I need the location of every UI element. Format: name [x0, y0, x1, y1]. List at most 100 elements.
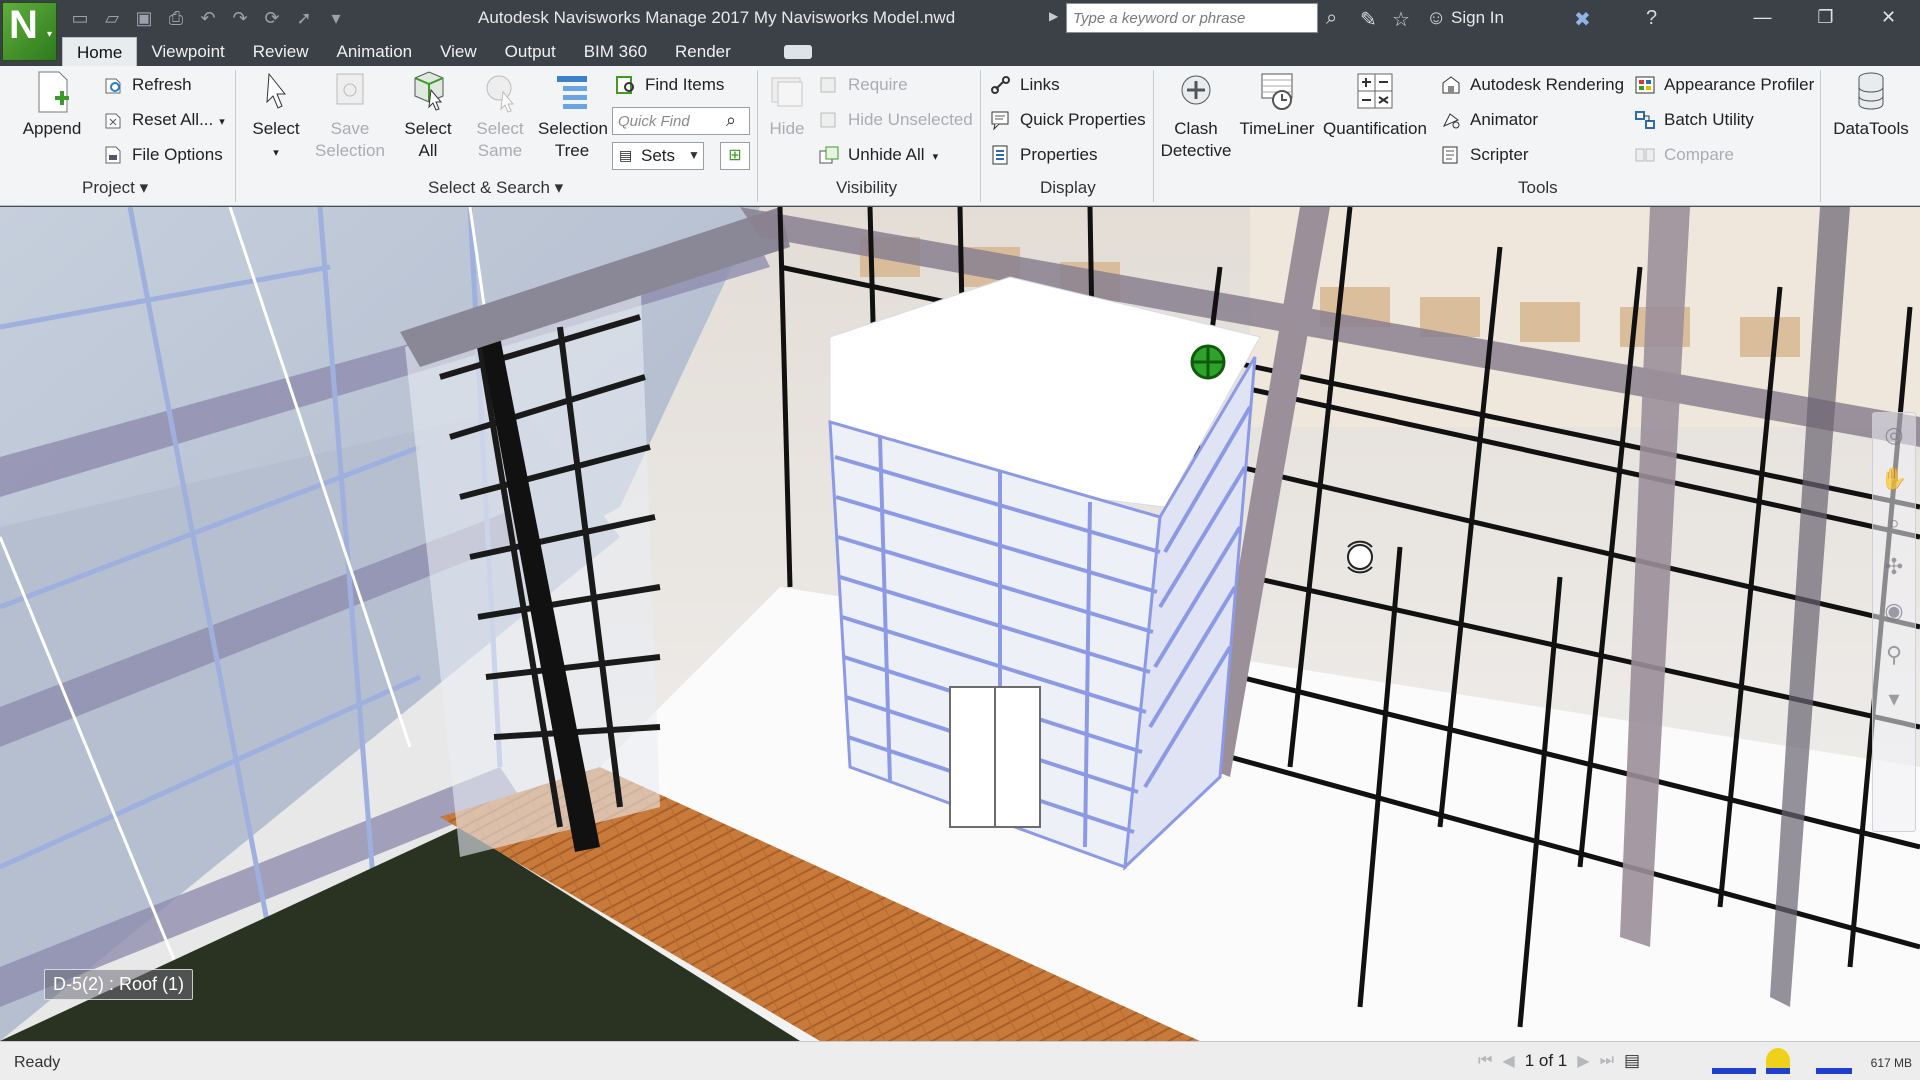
append-button[interactable]: Append [18, 70, 86, 140]
refresh-icon[interactable]: ⟳ [260, 6, 284, 30]
chevron-down-icon[interactable]: ▼ [688, 148, 700, 162]
select-button[interactable]: Select ▾ [250, 70, 302, 164]
panel-display-title: Display [1040, 178, 1096, 197]
tab-review[interactable]: Review [239, 37, 323, 66]
select-icon[interactable]: ➚ [292, 6, 316, 30]
tab-render[interactable]: Render [661, 37, 745, 66]
compare-button[interactable]: Compare [1634, 142, 1734, 168]
chevron-down-icon: ▾ [273, 147, 279, 159]
undo-icon[interactable]: ↶ [196, 6, 220, 30]
batch-utility-button[interactable]: Batch Utility [1634, 107, 1754, 133]
look-around-icon[interactable]: ◉ [1873, 589, 1915, 633]
datatools-button[interactable]: DataTools [1828, 70, 1914, 140]
customize-icon[interactable]: ▾ [324, 6, 348, 30]
quick-properties-button[interactable]: Quick Properties [990, 107, 1146, 133]
panel-divider [235, 70, 236, 202]
selection-tree-icon [557, 76, 587, 109]
previous-page-icon[interactable]: ◀ [1502, 1051, 1514, 1071]
last-page-icon[interactable]: ⏭ [1600, 1052, 1614, 1070]
quantification-icon [1357, 73, 1393, 109]
manage-sets-icon[interactable]: ⊞ [720, 142, 750, 170]
window-controls: — ❐ ✕ [1731, 0, 1920, 34]
append-icon [38, 71, 69, 113]
save-selection-button[interactable]: Save Selection [312, 70, 388, 162]
quick-access-toolbar: ▭ ▱ ▣ ⎙ ↶ ↷ ⟳ ➚ ▾ [68, 6, 348, 30]
timeliner-icon [1261, 73, 1293, 110]
pan-hand-icon[interactable]: ✋ [1873, 457, 1915, 501]
zoom-window-icon[interactable]: ⌕ [1873, 501, 1915, 545]
navigation-tools-chevron-icon[interactable]: ▾ [1873, 677, 1915, 721]
tab-output[interactable]: Output [491, 37, 570, 66]
sheet-browser-icon[interactable]: ▤ [1624, 1051, 1640, 1071]
disk-progress-icon[interactable] [1766, 1048, 1790, 1074]
timeliner-button[interactable]: TimeLiner [1236, 70, 1318, 140]
appearance-profiler-button[interactable]: Appearance Profiler [1634, 72, 1814, 98]
refresh-button[interactable]: Refresh [102, 72, 192, 98]
scripter-button[interactable]: Scripter [1440, 142, 1529, 168]
save-icon[interactable]: ▣ [132, 6, 156, 30]
communication-icon[interactable]: ✎ [1360, 7, 1377, 32]
pencil-progress-icon[interactable] [1712, 1050, 1756, 1074]
minimize-icon[interactable]: — [1731, 0, 1794, 34]
help-search-input[interactable]: Type a keyword or phrase [1066, 3, 1318, 33]
hide-icon [771, 77, 803, 107]
next-page-icon[interactable]: ▶ [1577, 1051, 1589, 1071]
pivot-point-marker[interactable] [1190, 344, 1226, 380]
binoculars-icon[interactable]: ⌕ [1326, 7, 1337, 30]
tab-animation[interactable]: Animation [323, 37, 427, 66]
model-scene [0, 207, 1920, 1041]
exchange-apps-icon[interactable]: ✖ [1574, 7, 1591, 32]
save-selection-icon [336, 73, 364, 105]
search-expand-icon[interactable]: ▶ [1049, 9, 1058, 23]
redo-icon[interactable]: ↷ [228, 6, 252, 30]
selection-tree-button[interactable]: Selection Tree [538, 70, 608, 162]
print-icon[interactable]: ⎙ [164, 6, 188, 30]
orbit-icon[interactable]: ✣ [1873, 545, 1915, 589]
sets-icon: ▤ [619, 147, 633, 163]
unhide-all-icon [819, 146, 839, 164]
open-file-icon[interactable]: ▱ [100, 6, 124, 30]
autodesk-rendering-button[interactable]: Autodesk Rendering [1440, 72, 1624, 98]
properties-button[interactable]: Properties [990, 142, 1097, 168]
panel-project-title[interactable]: Project ▾ [82, 178, 148, 198]
help-icon[interactable]: ? [1646, 7, 1657, 30]
file-options-button[interactable]: File Options [102, 142, 223, 168]
sign-in-button[interactable]: Sign In [1451, 8, 1504, 28]
reset-all-button[interactable]: Reset All... ▾ [102, 107, 225, 133]
select-same-button[interactable]: Select Same [470, 70, 530, 162]
unhide-all-button[interactable]: Unhide All ▾ [818, 142, 938, 168]
find-items-button[interactable]: Find Items [615, 72, 724, 98]
links-button[interactable]: Links [990, 72, 1060, 98]
select-all-button[interactable]: Select All [398, 70, 458, 162]
panel-tools-title: Tools [1518, 178, 1558, 197]
require-button[interactable]: Require [818, 72, 908, 98]
panel-visibility-title: Visibility [836, 178, 898, 197]
restore-icon[interactable]: ❐ [1794, 0, 1857, 34]
scene-viewport[interactable]: D-5(2) : Roof (1) ◎ ✋ ⌕ ✣ ◉ ⚲ ▾ [0, 207, 1920, 1041]
animator-icon [1442, 113, 1460, 129]
quantification-button[interactable]: Quantification [1320, 70, 1430, 140]
web-server-progress-icon[interactable] [1816, 1050, 1852, 1074]
close-icon[interactable]: ✕ [1857, 0, 1920, 34]
tab-home[interactable]: Home [62, 37, 138, 66]
tab-bim360[interactable]: BIM 360 [570, 37, 661, 66]
first-page-icon[interactable]: ⏮ [1478, 1052, 1492, 1070]
hide-unselected-button[interactable]: Hide Unselected [818, 107, 973, 133]
ribbon-minimize-toggle[interactable] [784, 45, 812, 59]
reset-icon [105, 113, 121, 129]
tab-viewpoint[interactable]: Viewpoint [137, 37, 238, 66]
quick-properties-icon [991, 111, 1009, 130]
tab-view[interactable]: View [426, 37, 491, 66]
new-file-icon[interactable]: ▭ [68, 6, 92, 30]
user-icon[interactable]: ☺ [1426, 7, 1446, 30]
application-menu-button[interactable]: N ▾ [2, 2, 57, 61]
panel-select-search-title[interactable]: Select & Search ▾ [428, 178, 563, 198]
walk-icon[interactable]: ⚲ [1873, 633, 1915, 677]
hide-button[interactable]: Hide [762, 70, 812, 140]
cursor-icon [266, 72, 287, 109]
steering-wheel-icon[interactable]: ◎ [1873, 413, 1915, 457]
quick-find-search-icon[interactable]: ⌕ [726, 110, 736, 131]
favorites-star-icon[interactable]: ☆ [1392, 7, 1410, 32]
animator-button[interactable]: Animator [1440, 107, 1538, 133]
clash-detective-button[interactable]: Clash Detective [1160, 70, 1232, 162]
